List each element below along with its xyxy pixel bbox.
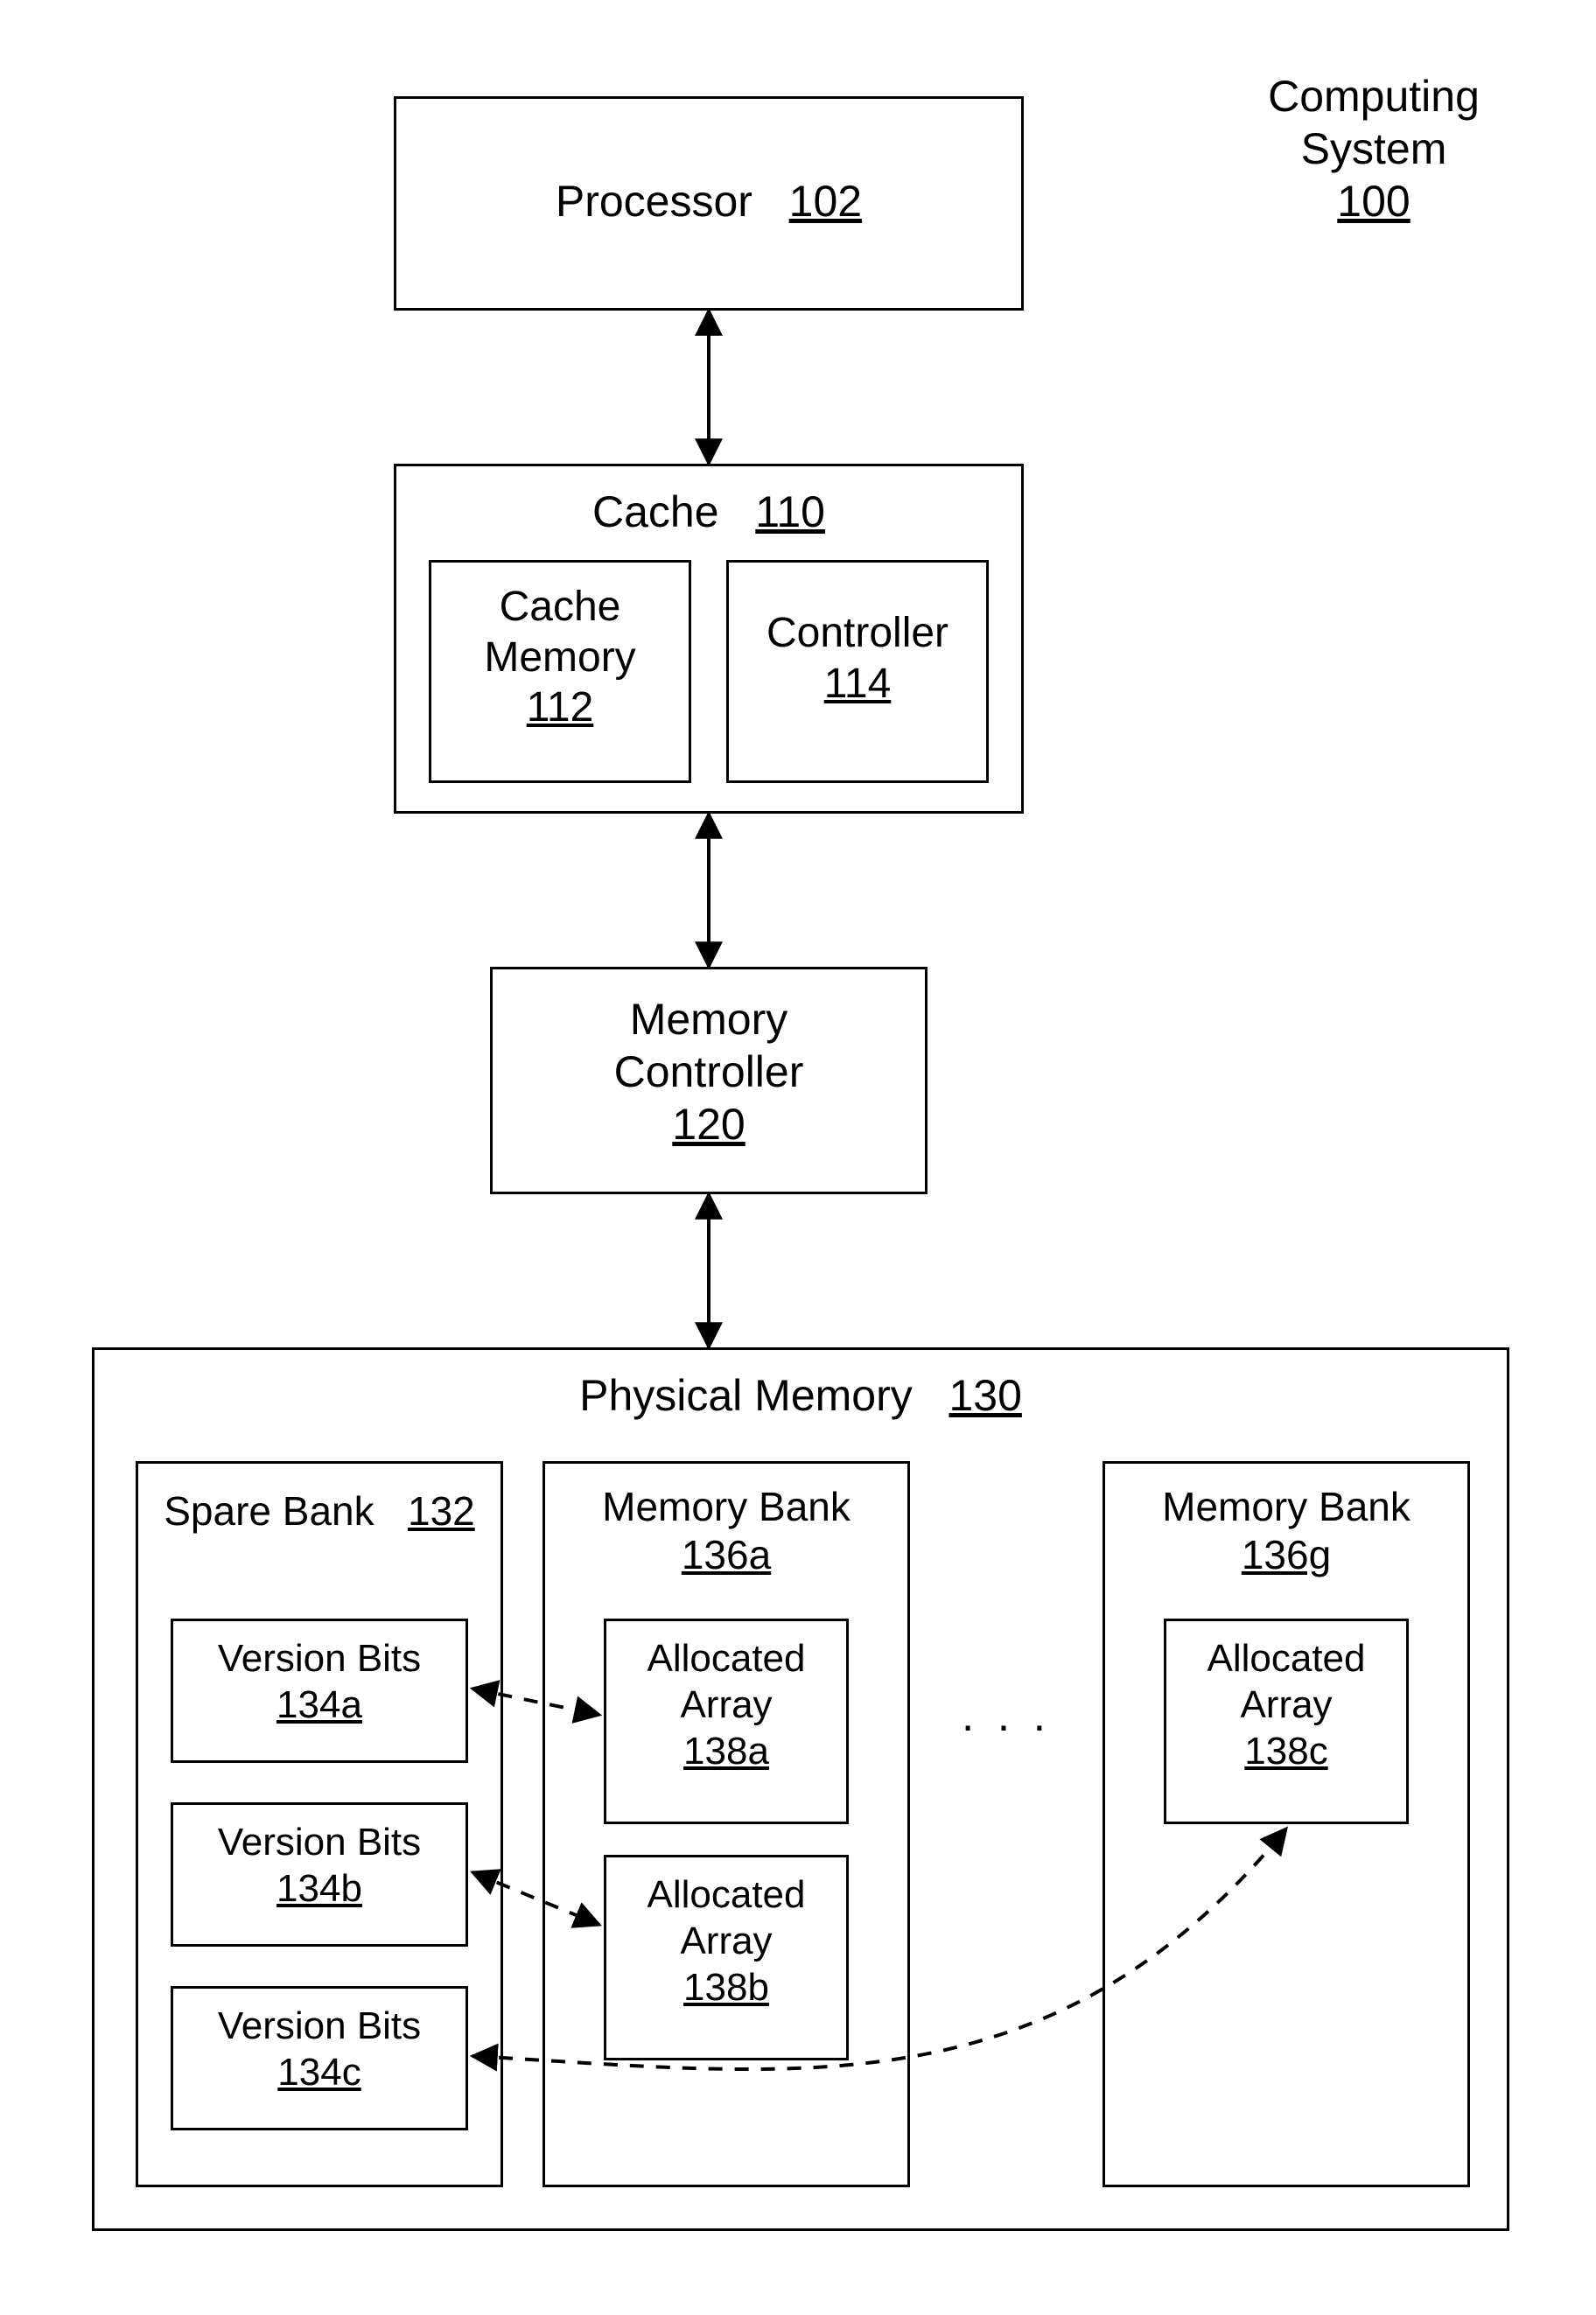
vb-a-ref: 134a <box>276 1683 362 1726</box>
cache-controller-text: Controller <box>766 610 948 656</box>
cache-controller-ref: 114 <box>824 661 892 707</box>
vb-a-text: Version Bits <box>218 1637 421 1680</box>
diagram-title: Computing System 100 <box>1199 70 1549 227</box>
physmem-text: Physical Memory <box>579 1371 913 1420</box>
allocated-array-a-label: Allocated Array 138a <box>604 1636 849 1774</box>
processor-text: Processor <box>556 177 752 226</box>
cache-memory-ref: 112 <box>527 684 594 731</box>
cache-memory-l1: Cache <box>500 584 621 630</box>
physmem-ref: 130 <box>948 1371 1021 1420</box>
spare-bank-text: Spare Bank <box>164 1488 374 1534</box>
vb-b-ref: 134b <box>276 1867 362 1910</box>
aa-c-ref: 138c <box>1244 1730 1327 1773</box>
allocated-array-b-label: Allocated Array 138b <box>604 1872 849 2011</box>
spare-bank-ref: 132 <box>408 1488 475 1534</box>
cache-ref: 110 <box>755 487 825 536</box>
processor-ref: 102 <box>789 177 862 226</box>
aa-a-l2: Array <box>680 1683 772 1726</box>
processor-label: Processor 102 <box>394 175 1024 227</box>
cache-controller-label: Controller 114 <box>726 608 989 709</box>
memory-controller-label: Memory Controller 120 <box>490 993 928 1151</box>
title-line2: System <box>1301 124 1447 173</box>
ellipsis-text: . . . <box>962 1690 1051 1741</box>
ellipsis: . . . <box>932 1689 1081 1743</box>
version-bits-c-label: Version Bits 134c <box>171 2004 468 2096</box>
cache-memory-label: Cache Memory 112 <box>429 582 691 733</box>
vb-c-text: Version Bits <box>218 2004 421 2047</box>
version-bits-b-label: Version Bits 134b <box>171 1820 468 1913</box>
aa-a-ref: 138a <box>683 1730 769 1773</box>
aa-c-l1: Allocated <box>1207 1637 1365 1680</box>
allocated-array-c-label: Allocated Array 138c <box>1164 1636 1409 1774</box>
memory-bank-a-label: Memory Bank 136a <box>542 1483 910 1579</box>
memctrl-l2: Controller <box>614 1047 804 1096</box>
vb-c-ref: 134c <box>277 2051 360 2094</box>
title-line1: Computing <box>1268 72 1480 121</box>
aa-b-l2: Array <box>680 1920 772 1962</box>
vb-b-text: Version Bits <box>218 1821 421 1864</box>
cache-memory-l2: Memory <box>484 634 635 681</box>
mb-g-text: Memory Bank <box>1162 1484 1410 1529</box>
title-ref: 100 <box>1337 177 1410 226</box>
aa-c-l2: Array <box>1240 1683 1332 1726</box>
mb-g-ref: 136g <box>1242 1532 1331 1577</box>
physical-memory-label: Physical Memory 130 <box>92 1369 1509 1422</box>
aa-b-ref: 138b <box>683 1966 769 2009</box>
aa-a-l1: Allocated <box>647 1637 805 1680</box>
diagram-canvas: Computing System 100 Processor 102 Cache… <box>0 0 1596 2315</box>
memctrl-ref: 120 <box>672 1100 745 1149</box>
memctrl-l1: Memory <box>630 995 788 1044</box>
cache-label: Cache 110 <box>394 486 1024 538</box>
aa-b-l1: Allocated <box>647 1873 805 1916</box>
cache-text: Cache <box>592 487 719 536</box>
mb-a-ref: 136a <box>682 1532 771 1577</box>
spare-bank-label: Spare Bank 132 <box>136 1487 503 1535</box>
memory-bank-g-label: Memory Bank 136g <box>1102 1483 1470 1579</box>
version-bits-a-label: Version Bits 134a <box>171 1636 468 1729</box>
mb-a-text: Memory Bank <box>602 1484 850 1529</box>
